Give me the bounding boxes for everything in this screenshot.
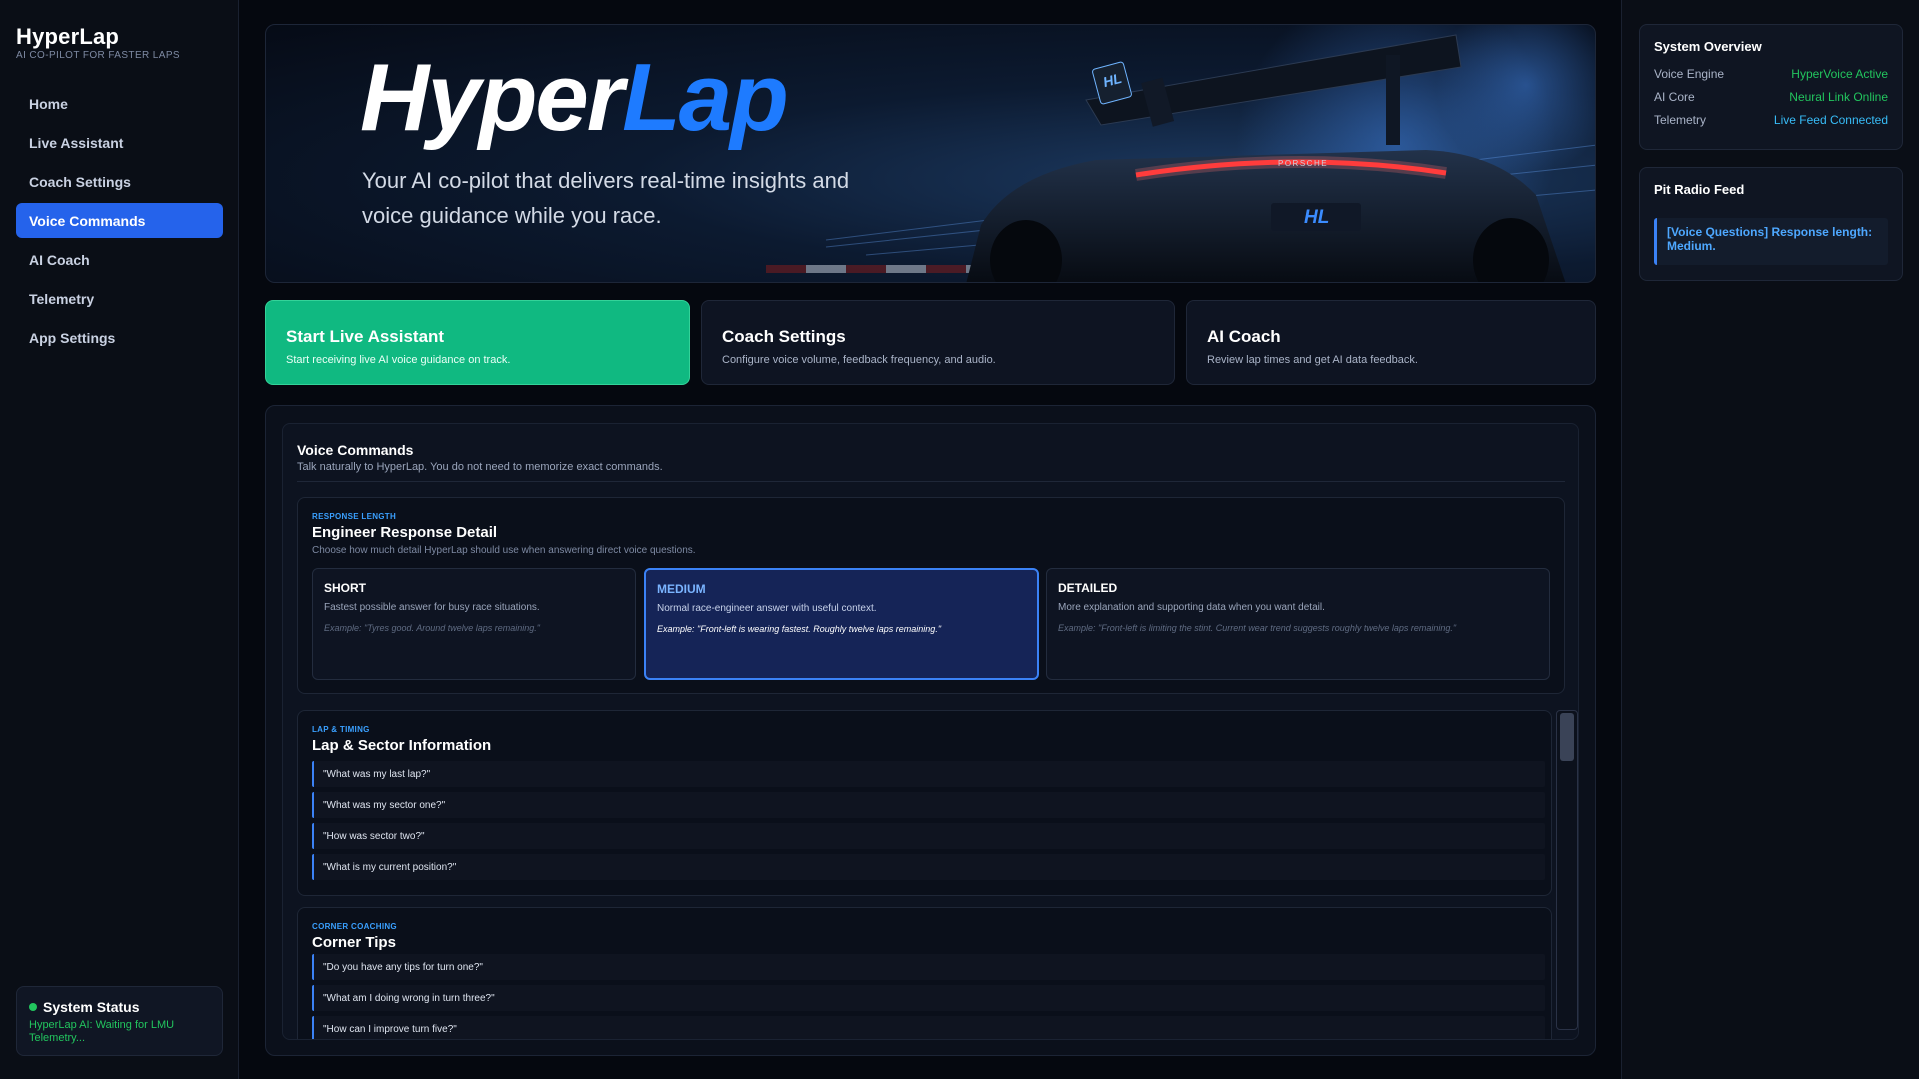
option-detailed-example: Example: "Front-left is limiting the sti… [1058,623,1457,633]
option-detailed[interactable]: DETAILED More explanation and supporting… [1046,568,1550,680]
overview-row-telemetry: Telemetry Live Feed Connected [1654,113,1888,127]
option-detailed-desc: More explanation and supporting data whe… [1058,602,1325,613]
scrollbar-thumb[interactable] [1560,713,1574,761]
option-detailed-title: DETAILED [1058,581,1118,595]
sidebar-item-app-settings[interactable]: App Settings [16,320,223,355]
system-status-text: HyperLap AI: Waiting for LMU Telemetry..… [29,1019,175,1044]
response-length-eyebrow: RESPONSE LENGTH [312,512,397,521]
corner-coaching-section: CORNER COACHING Corner Tips "Do you have… [297,907,1552,1039]
overview-label: AI Core [1654,90,1695,104]
command-item[interactable]: "What was my last lap?" [312,761,1545,787]
response-length-title: Engineer Response Detail [312,524,498,541]
sidebar-item-voice-commands[interactable]: Voice Commands [16,203,223,238]
sidebar: HyperLap AI CO-PILOT FOR FASTER LAPS Hom… [0,0,239,1079]
car-brand-label: PORSCHE [1278,159,1329,168]
brand-subtitle: AI CO-PILOT FOR FASTER LAPS [16,50,180,61]
command-item[interactable]: "What is my current position?" [312,854,1545,880]
system-status-title: System Status [43,999,140,1015]
command-item[interactable]: "Do you have any tips for turn one?" [312,954,1545,980]
system-overview-title: System Overview [1654,39,1762,54]
commands-scrollbar[interactable] [1556,710,1578,1030]
command-item[interactable]: "How can I improve turn five?" [312,1016,1545,1039]
start-live-assistant-desc: Start receiving live AI voice guidance o… [286,354,511,366]
pit-radio-title: Pit Radio Feed [1654,182,1745,197]
overview-row-ai-core: AI Core Neural Link Online [1654,90,1888,104]
hero-banner: HyperLap Your AI co-pilot that delivers … [265,24,1596,283]
voice-commands-title: Voice Commands [297,442,414,458]
voice-commands-subtitle: Talk naturally to HyperLap. You do not n… [297,461,663,473]
voice-commands-inner: Voice Commands Talk naturally to HyperLa… [282,423,1579,1040]
start-live-assistant-title: Start Live Assistant [286,327,445,346]
overview-value: HyperVoice Active [1791,67,1888,81]
lap-timing-section: LAP & TIMING Lap & Sector Information "W… [297,710,1552,896]
start-live-assistant-card[interactable]: Start Live Assistant Start receiving liv… [265,300,690,385]
overview-row-voice-engine: Voice Engine HyperVoice Active [1654,67,1888,81]
overview-value: Live Feed Connected [1773,113,1888,127]
corner-coaching-eyebrow: CORNER COACHING [312,922,397,931]
coach-settings-desc: Configure voice volume, feedback frequen… [722,354,996,366]
pit-radio-message: [Voice Questions] Response length: Mediu… [1654,218,1888,265]
lap-timing-eyebrow: LAP & TIMING [312,725,370,734]
sidebar-nav: Home Live Assistant Coach Settings Voice… [16,86,223,359]
option-medium-desc: Normal race-engineer answer with useful … [657,603,877,614]
option-medium[interactable]: MEDIUM Normal race-engineer answer with … [644,568,1039,680]
voice-commands-panel: Voice Commands Talk naturally to HyperLa… [265,405,1596,1056]
coach-settings-card[interactable]: Coach Settings Configure voice volume, f… [701,300,1175,385]
overview-label: Telemetry [1654,113,1707,127]
sidebar-item-telemetry[interactable]: Telemetry [16,281,223,316]
status-dot-icon [29,1003,37,1011]
hero-tagline: Your AI co-pilot that delivers real-time… [362,168,850,228]
car-rear-badge: HL [1304,207,1330,228]
option-short[interactable]: SHORT Fastest possible answer for busy r… [312,568,636,680]
response-length-section: RESPONSE LENGTH Engineer Response Detail… [297,497,1565,694]
hero-title-lap: Lap [622,44,789,151]
hero-title: HyperLap [360,43,789,153]
sidebar-item-ai-coach[interactable]: AI Coach [16,242,223,277]
ai-coach-title: AI Coach [1207,327,1281,346]
lap-timing-title: Lap & Sector Information [312,737,492,754]
command-item[interactable]: "What am I doing wrong in turn three?" [312,985,1545,1011]
ai-coach-card[interactable]: AI Coach Review lap times and get AI dat… [1186,300,1596,385]
ai-coach-desc: Review lap times and get AI data feedbac… [1207,354,1418,366]
brand-title: HyperLap [16,24,120,49]
option-medium-example: Example: "Front-left is wearing fastest.… [657,624,942,634]
system-overview-card: System Overview Voice Engine HyperVoice … [1639,24,1903,150]
sidebar-item-live-assistant[interactable]: Live Assistant [16,125,223,160]
system-status-header: System Status [29,999,210,1015]
sidebar-item-coach-settings[interactable]: Coach Settings [16,164,223,199]
sidebar-item-home[interactable]: Home [16,86,223,121]
option-short-desc: Fastest possible answer for busy race si… [324,602,540,613]
brand: HyperLap AI CO-PILOT FOR FASTER LAPS [16,24,180,61]
main-content: HyperLap Your AI co-pilot that delivers … [240,0,1620,1079]
pit-radio-card: Pit Radio Feed [Voice Questions] Respons… [1639,167,1903,281]
system-status-card: System Status HyperLap AI: Waiting for L… [16,986,223,1056]
response-length-desc: Choose how much detail HyperLap should u… [312,545,696,556]
option-medium-title: MEDIUM [657,582,706,596]
command-item[interactable]: "How was sector two?" [312,823,1545,849]
hero-title-hyper: Hyper [360,44,624,151]
command-item[interactable]: "What was my sector one?" [312,792,1545,818]
option-short-title: SHORT [324,581,366,595]
coach-settings-title: Coach Settings [722,327,846,346]
overview-label: Voice Engine [1654,67,1725,81]
divider [297,481,1565,482]
overview-value: Neural Link Online [1789,90,1888,104]
option-short-example: Example: "Tyres good. Around twelve laps… [324,623,540,633]
corner-coaching-title: Corner Tips [312,934,396,951]
right-panel: System Overview Voice Engine HyperVoice … [1621,0,1919,1079]
